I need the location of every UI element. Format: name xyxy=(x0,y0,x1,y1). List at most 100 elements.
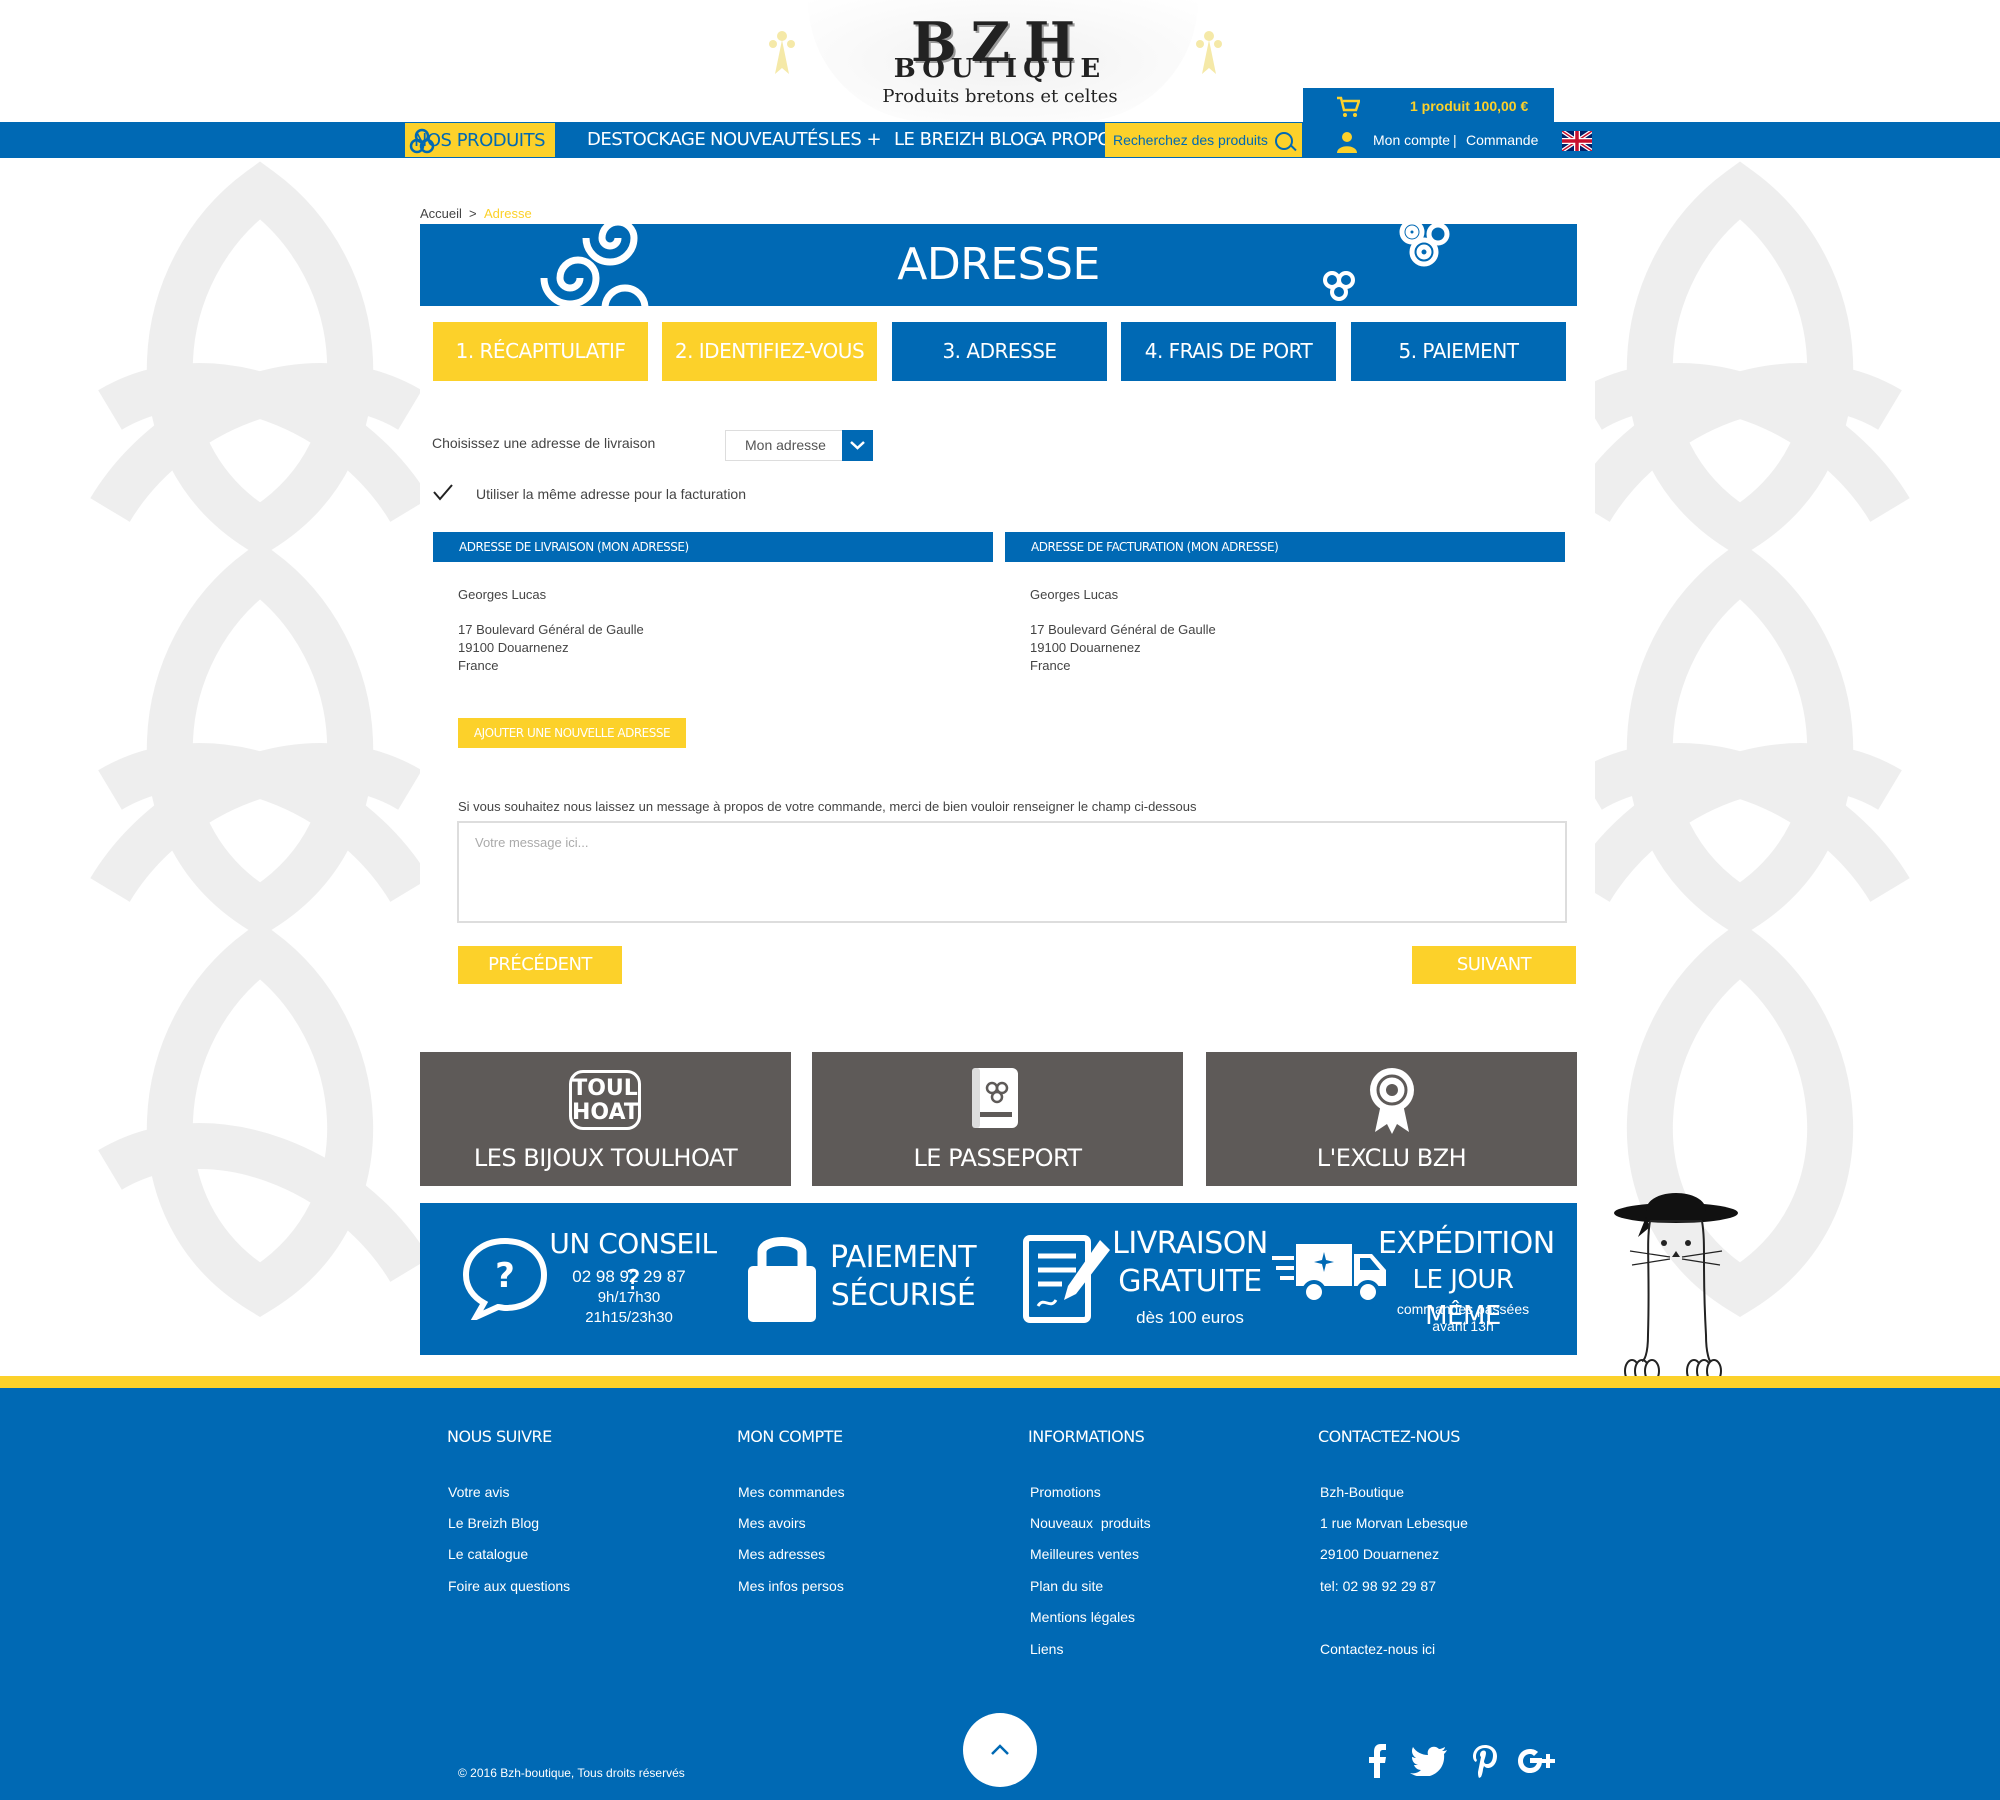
footer-heading-nous-suivre: NOUS SUIVRE xyxy=(447,1427,552,1446)
speech-bubble-question-icon: ? xyxy=(462,1237,548,1320)
page-title: ADRESSE xyxy=(897,239,1100,290)
passport-icon xyxy=(972,1068,1018,1128)
footer-link-votre-avis[interactable]: Votre avis xyxy=(448,1484,509,1500)
breadcrumb-current: Adresse xyxy=(484,206,532,221)
footer-link-mes-infos-persos[interactable]: Mes infos persos xyxy=(738,1578,844,1594)
account-link[interactable]: Mon compte xyxy=(1373,132,1450,148)
footer-contact-company: Bzh-Boutique xyxy=(1320,1484,1405,1500)
footer-link-liens[interactable]: Liens xyxy=(1030,1641,1063,1657)
shipping-line1: EXPÉDITION xyxy=(1378,1226,1555,1261)
footer-yellow-stripe xyxy=(0,1376,2000,1388)
search-input[interactable]: Recherchez des produits xyxy=(1105,123,1302,157)
order-link[interactable]: Commande xyxy=(1466,132,1538,148)
billing-name: Georges Lucas xyxy=(1030,587,1119,602)
copyright: © 2016 Bzh-boutique, Tous droits réservé… xyxy=(458,1766,685,1780)
delivery-street: 17 Boulevard Général de Gaulle xyxy=(458,622,644,637)
shipping-note2: avant 13h xyxy=(1432,1318,1494,1334)
footer-link-catalogue[interactable]: Le catalogue xyxy=(448,1546,528,1562)
nav-nouveautes[interactable]: NOUVEAUTÉS xyxy=(710,122,829,158)
billing-address-heading: ADRESSE DE FACTURATION (MON ADRESSE) xyxy=(1005,532,1565,562)
address-select-value: Mon adresse xyxy=(745,437,826,453)
breadcrumb-separator: > xyxy=(469,206,477,221)
cart-summary[interactable]: 1 produit 100,00 € xyxy=(1410,98,1528,114)
same-billing-checkbox[interactable] xyxy=(432,483,454,503)
search-icon[interactable] xyxy=(1275,132,1293,150)
step-adresse[interactable]: 3. ADRESSE xyxy=(892,322,1107,381)
shipping-note1: commandes passées xyxy=(1396,1301,1530,1317)
footer-link-faq[interactable]: Foire aux questions xyxy=(448,1578,570,1594)
chevron-up-icon xyxy=(991,1744,1009,1755)
next-button[interactable]: SUIVANT xyxy=(1412,946,1576,984)
footer-link-mentions-legales[interactable]: Mentions légales xyxy=(1030,1609,1135,1625)
search-placeholder: Recherchez des produits xyxy=(1113,132,1268,148)
footer-contact-street: 1 rue Morvan Lebesque xyxy=(1320,1515,1468,1531)
footer-link-promotions[interactable]: Promotions xyxy=(1030,1484,1101,1500)
advice-hours-day: 9h/17h30 xyxy=(597,1289,661,1306)
delivery-address-heading: ADRESSE DE LIVRAISON (MON ADRESSE) xyxy=(433,532,993,562)
billing-street: 17 Boulevard Général de Gaulle xyxy=(1030,622,1216,637)
breton-cat-mascot-icon xyxy=(1614,1193,1738,1383)
payment-line2: SÉCURISÉ xyxy=(830,1278,976,1313)
account-separator: | xyxy=(1453,132,1457,148)
message-textarea[interactable] xyxy=(457,821,1567,923)
advice-phone[interactable]: 02 98 92 29 87 xyxy=(548,1267,710,1287)
step-recapitulatif[interactable]: 1. RÉCAPITULATIF xyxy=(433,322,648,381)
delivery-line1: LIVRAISON xyxy=(1112,1226,1268,1261)
previous-button[interactable]: PRÉCÉDENT xyxy=(458,946,622,984)
step-frais-de-port[interactable]: 4. FRAIS DE PORT xyxy=(1121,322,1336,381)
footer-heading-mon-compte: MON COMPTE xyxy=(737,1427,843,1446)
delivery-name: Georges Lucas xyxy=(458,587,547,602)
user-icon[interactable] xyxy=(1336,131,1358,153)
pinterest-icon[interactable] xyxy=(1472,1744,1498,1778)
nav-nos-produits[interactable]: NOS PRODUITS xyxy=(405,123,555,157)
billing-city: 19100 Douarnenez xyxy=(1030,640,1141,655)
step-paiement[interactable]: 5. PAIEMENT xyxy=(1351,322,1566,381)
chevron-down-icon xyxy=(850,441,865,450)
advice-hours-evening: 21h15/23h30 xyxy=(585,1309,673,1326)
footer-heading-informations: INFORMATIONS xyxy=(1028,1427,1145,1446)
page-title-banner: ADRESSE xyxy=(420,224,1577,306)
celtic-knot-decoration-left xyxy=(90,161,430,1318)
footer-contact-link[interactable]: Contactez-nous ici xyxy=(1320,1641,1435,1657)
award-ribbon-icon xyxy=(1370,1068,1414,1134)
footer-link-nouveaux-produits[interactable]: Nouveaux produits xyxy=(1030,1515,1151,1531)
tile-passeport-label: LE PASSEPORT xyxy=(913,1144,1082,1172)
google-plus-icon[interactable] xyxy=(1518,1744,1556,1778)
tile-bijoux-toulhoat-label: LES BIJOUX TOULHOAT xyxy=(473,1144,738,1172)
nav-breizh-blog[interactable]: LE BREIZH BLOG xyxy=(894,122,1038,158)
toulhoat-logo-icon: TOUL HOAT xyxy=(569,1070,641,1130)
footer-link-mes-avoirs[interactable]: Mes avoirs xyxy=(738,1515,806,1531)
same-billing-label[interactable]: Utiliser la même adresse pour la factura… xyxy=(476,486,746,502)
nav-destockage[interactable]: DESTOCKAGE xyxy=(587,122,706,158)
checkmark-icon xyxy=(433,484,453,501)
billing-country: France xyxy=(1030,658,1071,673)
tile-exclu-bzh-label: L'EXCLU BZH xyxy=(1316,1144,1467,1172)
delivery-line2: GRATUITE xyxy=(1118,1264,1262,1299)
address-select-button[interactable] xyxy=(842,430,873,461)
choose-address-label: Choisissez une adresse de livraison xyxy=(432,435,656,451)
facebook-icon[interactable] xyxy=(1366,1744,1388,1778)
logo-tagline: Produits bretons et celtes xyxy=(882,86,1118,107)
logo-subtitle[interactable]: BOUTIQUE xyxy=(855,54,1145,84)
message-placeholder: Votre message ici... xyxy=(475,835,589,850)
footer-link-mes-adresses[interactable]: Mes adresses xyxy=(738,1546,825,1562)
footer-link-plan-du-site[interactable]: Plan du site xyxy=(1030,1578,1103,1594)
footer-heading-contactez-nous: CONTACTEZ-NOUS xyxy=(1318,1427,1460,1446)
footer-link-mes-commandes[interactable]: Mes commandes xyxy=(738,1484,845,1500)
step-identifiez-vous[interactable]: 2. IDENTIFIEZ-VOUS xyxy=(662,322,877,381)
footer-link-meilleures-ventes[interactable]: Meilleures ventes xyxy=(1030,1546,1139,1562)
uk-flag-icon[interactable] xyxy=(1562,131,1592,151)
footer-link-breizh-blog[interactable]: Le Breizh Blog xyxy=(448,1515,539,1531)
triskel-icon xyxy=(409,128,435,154)
footer-contact-phone[interactable]: tel: 02 98 92 29 87 xyxy=(1320,1578,1436,1594)
add-address-button[interactable]: AJOUTER UNE NOUVELLE ADRESSE xyxy=(458,718,686,748)
ermine-left-icon xyxy=(769,31,795,74)
padlock-icon xyxy=(748,1237,816,1322)
nav-les-plus[interactable]: LES + xyxy=(830,122,882,158)
twitter-icon[interactable] xyxy=(1410,1746,1448,1776)
back-to-top-button[interactable] xyxy=(963,1713,1037,1787)
svg-text:?: ? xyxy=(495,1256,515,1296)
breadcrumb-home[interactable]: Accueil xyxy=(420,206,462,221)
cart-icon[interactable] xyxy=(1336,96,1360,118)
delivery-truck-icon xyxy=(1272,1244,1386,1304)
